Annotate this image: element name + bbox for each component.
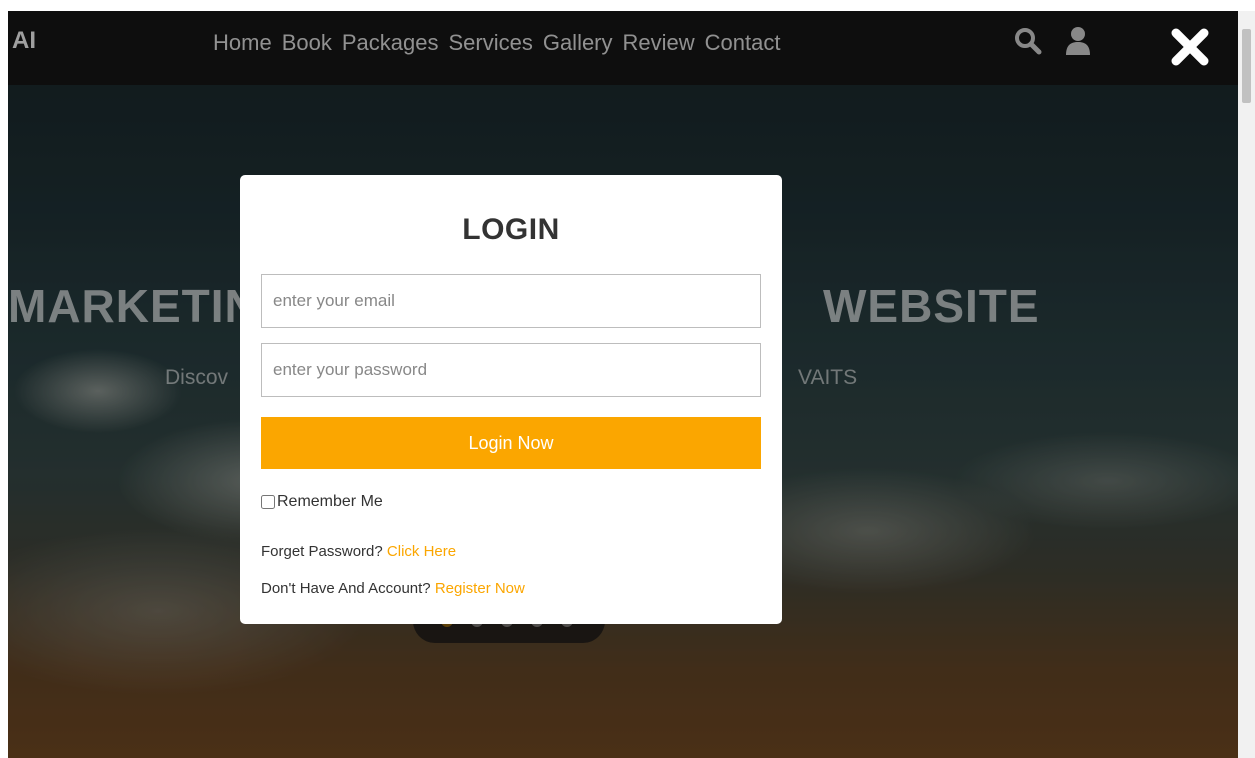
close-icon[interactable]: [1168, 25, 1212, 69]
register-text: Don't Have And Account?: [261, 580, 431, 597]
forget-password-line: Forget Password? Click Here: [261, 543, 456, 560]
login-modal: LOGIN Login Now Remember Me Forget Passw…: [240, 175, 782, 624]
register-line: Don't Have And Account? Register Now: [261, 580, 525, 597]
remember-checkbox[interactable]: [261, 495, 275, 509]
email-field[interactable]: [261, 274, 761, 328]
page-scrollbar[interactable]: [1238, 11, 1255, 758]
login-button[interactable]: Login Now: [261, 417, 761, 469]
remember-label: Remember Me: [277, 493, 383, 510]
forget-password-link[interactable]: Click Here: [387, 543, 456, 560]
register-link[interactable]: Register Now: [435, 580, 525, 597]
remember-me[interactable]: Remember Me: [261, 493, 383, 511]
forget-text: Forget Password?: [261, 543, 383, 560]
password-field[interactable]: [261, 343, 761, 397]
login-title: LOGIN: [462, 213, 560, 246]
scrollbar-thumb[interactable]: [1242, 29, 1251, 103]
